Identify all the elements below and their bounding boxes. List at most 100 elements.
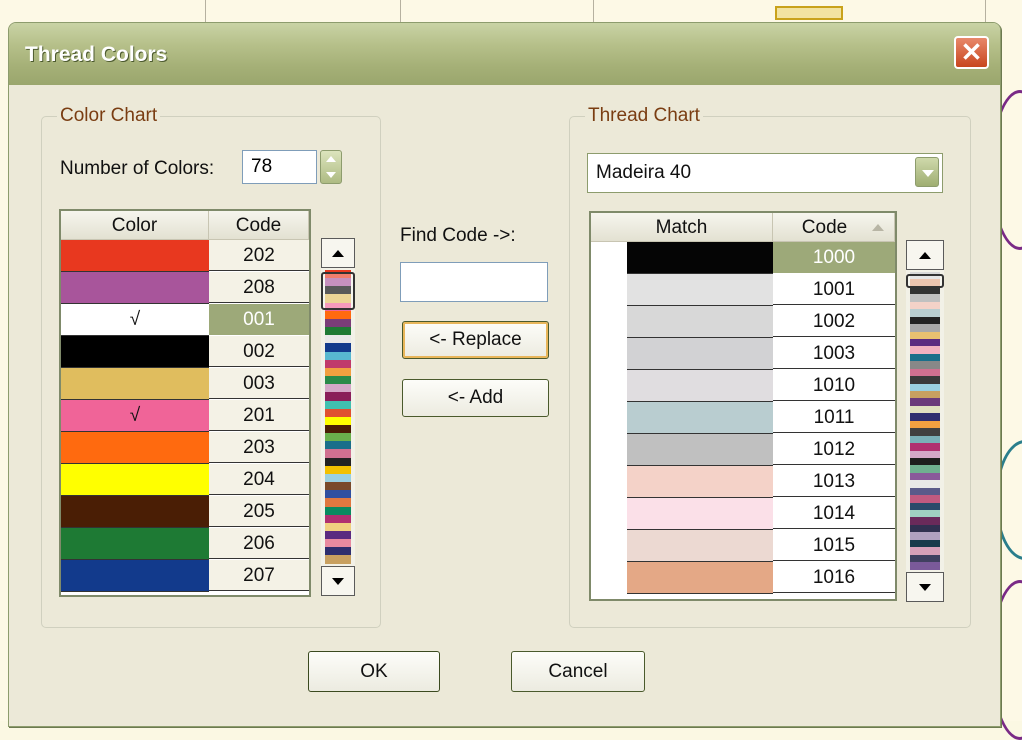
color-chart-list[interactable]: Color Code 202 208 √ 001 002 003 √ 201 203 204 205… [59, 209, 311, 597]
thread-colors-dialog: Thread Colors ✕ Color Chart Number of Co… [8, 22, 1001, 727]
row-indent [591, 562, 627, 594]
thread-code: 1014 [773, 498, 895, 529]
strip-color-band [325, 457, 351, 466]
color-chart-row[interactable]: √ 201 [61, 400, 309, 432]
spin-down-icon [326, 172, 336, 178]
thread-match-swatch [627, 530, 773, 561]
sort-ascending-icon [872, 224, 884, 231]
thread-match-swatch [627, 274, 773, 305]
scroll-thumb[interactable] [321, 272, 355, 310]
strip-color-band [910, 502, 940, 510]
row-indent [591, 306, 627, 338]
column-header-code[interactable]: Code [209, 211, 309, 239]
dropdown-button[interactable] [915, 157, 939, 187]
strip-color-band [325, 416, 351, 425]
canvas-grid-line [205, 0, 206, 22]
thread-chart-header: Match Code [591, 213, 895, 242]
color-chart-scrollbar[interactable] [321, 238, 355, 596]
strip-color-band [910, 465, 940, 473]
thread-code: 1010 [773, 370, 895, 401]
thread-chart-row[interactable]: 1002 [591, 306, 895, 338]
color-chart-row[interactable]: 208 [61, 272, 309, 304]
strip-color-band [910, 428, 940, 436]
strip-color-band [325, 327, 351, 336]
thread-chart-row[interactable]: 1014 [591, 498, 895, 530]
row-divider [61, 591, 209, 592]
thread-chart-scrollbar[interactable] [906, 240, 944, 602]
arrow-up-icon [919, 252, 931, 259]
dialog-titlebar[interactable]: Thread Colors ✕ [9, 23, 1000, 85]
thread-code: 1000 [773, 242, 895, 273]
strip-color-band [325, 392, 351, 401]
color-chart-row[interactable]: √ 001 [61, 304, 309, 336]
thread-chart-row[interactable]: 1010 [591, 370, 895, 402]
cancel-button[interactable]: Cancel [511, 651, 645, 692]
thread-chart-list[interactable]: Match Code 1000 1001 1002 1003 1010 1011 1012 1… [589, 211, 897, 601]
strip-color-band [325, 408, 351, 417]
thread-match-swatch [627, 242, 773, 273]
thread-chart-row[interactable]: 1012 [591, 434, 895, 466]
color-chart-row[interactable]: 206 [61, 528, 309, 560]
strip-color-band [910, 405, 940, 414]
strip-color-band [325, 490, 351, 499]
strip-color-band [910, 524, 940, 533]
thread-chart-row[interactable]: 1011 [591, 402, 895, 434]
add-button-label: <- Add [447, 387, 504, 408]
thread-chart-row[interactable]: 1000 [591, 242, 895, 274]
row-indent [591, 466, 627, 498]
thread-chart-row[interactable]: 1016 [591, 562, 895, 594]
color-swatch [61, 560, 209, 591]
color-chart-row[interactable]: 207 [61, 560, 309, 592]
strip-color-band [325, 547, 351, 556]
thread-code: 1015 [773, 530, 895, 561]
strip-color-band [325, 351, 351, 360]
canvas-stitch-object [775, 6, 843, 20]
color-chart-row[interactable]: 203 [61, 432, 309, 464]
color-chart-row[interactable]: 002 [61, 336, 309, 368]
strip-color-band [910, 324, 940, 332]
thread-chart-row[interactable]: 1013 [591, 466, 895, 498]
strip-color-band [325, 343, 351, 352]
spin-up-icon [326, 156, 336, 162]
row-indent [591, 498, 627, 530]
close-button[interactable]: ✕ [954, 36, 989, 69]
column-header-color[interactable]: Color [61, 211, 209, 239]
color-code: 208 [209, 272, 309, 303]
scroll-up-button[interactable] [906, 240, 944, 270]
row-indent [591, 338, 627, 370]
row-divider [627, 593, 773, 594]
thread-chart-row[interactable]: 1015 [591, 530, 895, 562]
column-header-thread-code[interactable]: Code [773, 213, 895, 241]
strip-color-band [325, 482, 351, 491]
replace-button[interactable]: <- Replace [402, 321, 549, 359]
scroll-up-button[interactable] [321, 238, 355, 268]
strip-color-band [325, 400, 351, 409]
thread-chart-row[interactable]: 1003 [591, 338, 895, 370]
thread-chart-row[interactable]: 1001 [591, 274, 895, 306]
strip-color-band [325, 449, 351, 458]
strip-color-band [910, 346, 940, 354]
find-code-input[interactable] [400, 262, 548, 302]
strip-color-band [325, 376, 351, 385]
color-chart-row[interactable]: 202 [61, 240, 309, 272]
number-of-colors-spinner[interactable] [320, 150, 342, 184]
column-header-match[interactable]: Match [591, 213, 773, 241]
scroll-thumb[interactable] [906, 274, 944, 288]
thread-code: 1011 [773, 402, 895, 433]
color-chart-row[interactable]: 003 [61, 368, 309, 400]
color-code: 001 [209, 304, 309, 335]
thread-brand-select[interactable]: Madeira 40 [587, 153, 943, 193]
color-chart-row[interactable]: 205 [61, 496, 309, 528]
scroll-down-button[interactable] [321, 566, 355, 596]
strip-color-band [325, 441, 351, 450]
scroll-down-button[interactable] [906, 572, 944, 602]
thread-match-swatch [627, 434, 773, 465]
add-button[interactable]: <- Add [402, 379, 549, 417]
dialog-title: Thread Colors [25, 43, 168, 66]
color-code: 002 [209, 336, 309, 367]
ok-button[interactable]: OK [308, 651, 440, 692]
number-of-colors-input[interactable] [242, 150, 317, 184]
thread-code: 1002 [773, 306, 895, 337]
color-chart-row[interactable]: 204 [61, 464, 309, 496]
strip-color-band [325, 384, 351, 393]
